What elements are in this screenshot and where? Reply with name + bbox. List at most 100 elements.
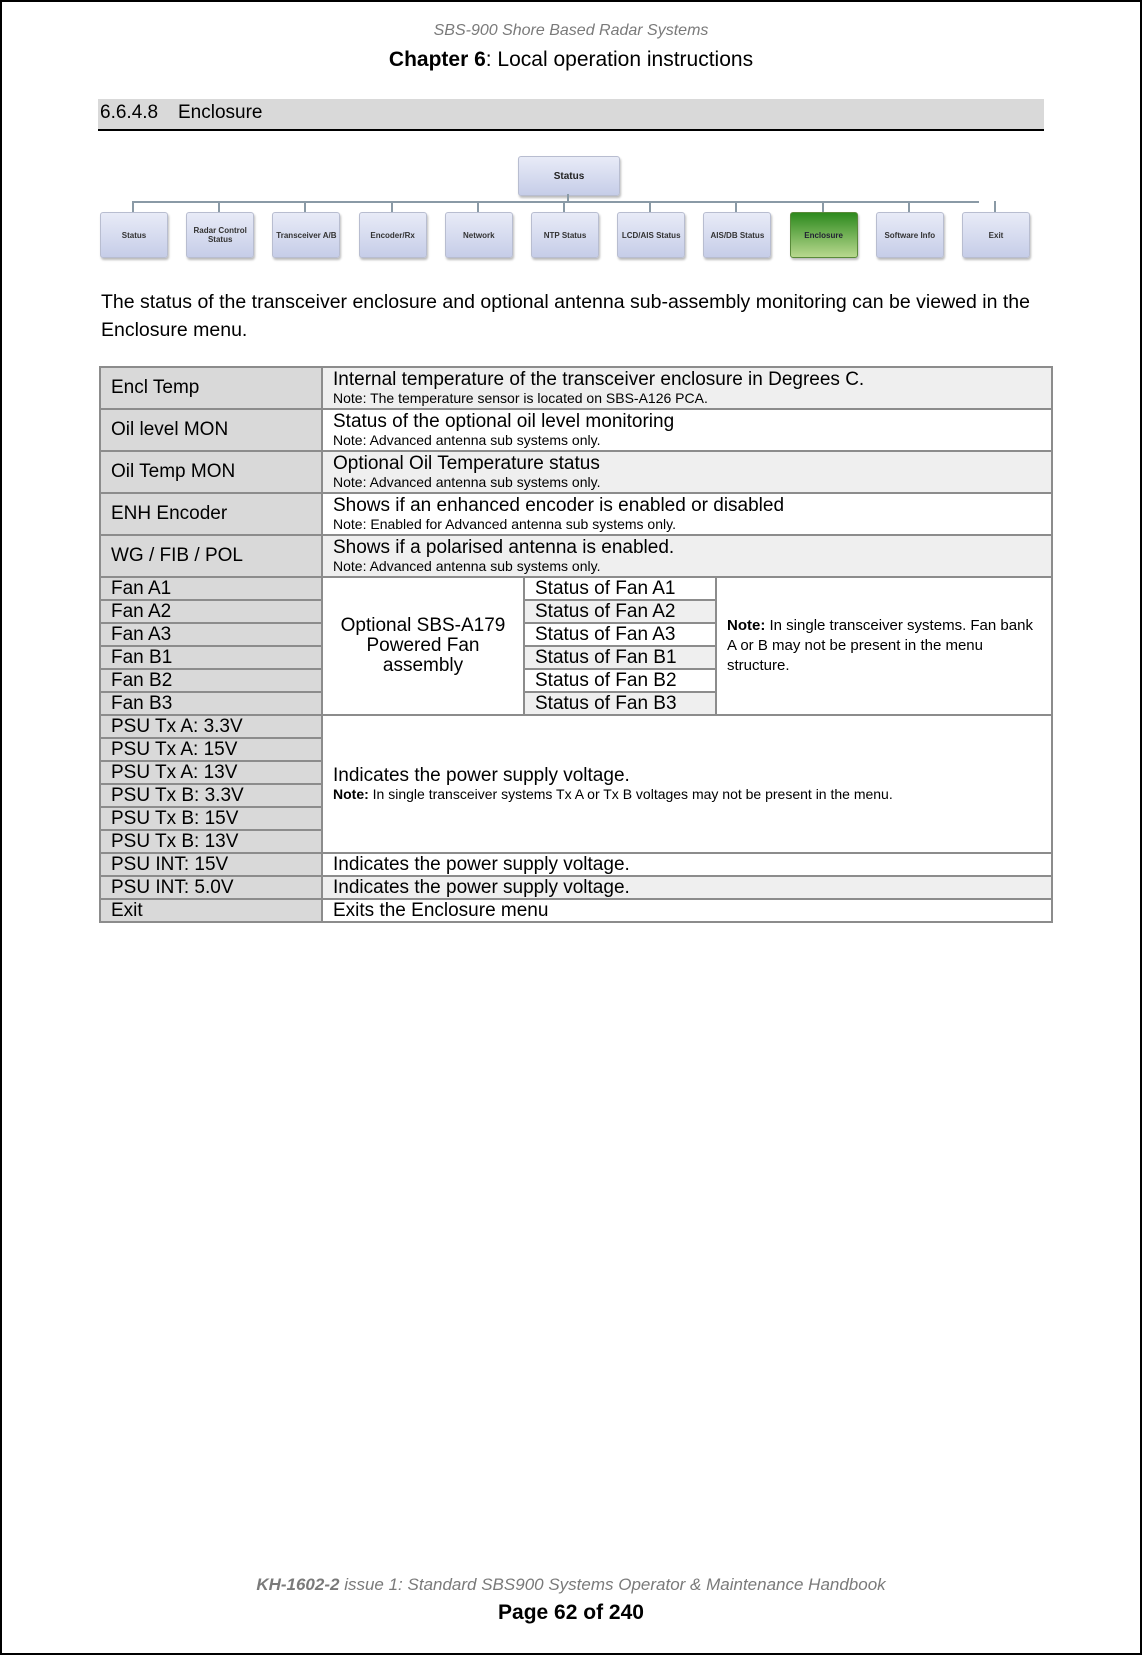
chapter-title: : Local operation instructions [485, 48, 754, 71]
connector-line [132, 201, 134, 212]
connector-line [304, 201, 307, 212]
menu-box-lcd-ais-status: LCD/AIS Status [617, 212, 686, 258]
row-desc-text: Optional Oil Temperature status [333, 453, 600, 474]
psu-key: PSU Tx B: 15V [99, 806, 323, 831]
fan-key: Fan A1 [99, 576, 323, 601]
psu-note-label: Note: [333, 786, 369, 802]
row-desc-text: Shows if a polarised antenna is enabled. [333, 537, 675, 558]
fan-status: Status of Fan B3 [523, 691, 717, 716]
row-key: WG / FIB / POL [99, 534, 323, 578]
psu-key: PSU Tx A: 3.3V [99, 714, 323, 739]
row-desc-text: Shows if an enhanced encoder is enabled … [333, 495, 785, 516]
table-row: Oil Temp MON Optional Oil Temperature st… [99, 450, 1053, 494]
connector-line [390, 201, 393, 212]
fan-key: Fan A2 [99, 599, 323, 624]
row-key: Oil level MON [99, 408, 323, 452]
fan-status: Status of Fan A2 [523, 599, 717, 624]
menu-box-ntp-status: NTP Status [531, 212, 599, 258]
connector-line [649, 201, 652, 212]
document-title: SBS-900 Shore Based Radar Systems [433, 22, 709, 39]
row-description: Internal temperature of the transceiver … [321, 366, 1053, 410]
psu-key: PSU Tx A: 13V [99, 760, 323, 785]
footer-doc-code: KH-1602-2 [256, 1575, 340, 1594]
page-number: Page 62 of 240 [498, 1601, 644, 1624]
row-description: Indicates the power supply voltage. [321, 852, 1053, 877]
row-note: Note: Advanced antenna sub systems only. [333, 474, 601, 490]
row-note: Note: Advanced antenna sub systems only. [333, 558, 601, 574]
fan-note-label: Note: [727, 617, 766, 634]
table-row: PSU INT: 5.0V Indicates the power supply… [99, 875, 1053, 900]
section-number: 6.6.4.8 [100, 102, 159, 123]
row-key: ENH Encoder [99, 492, 323, 536]
enclosure-menu-table: Encl Temp Internal temperature of the tr… [99, 366, 1053, 923]
row-note: Note: Advanced antenna sub systems only. [333, 432, 601, 448]
fan-key: Fan A3 [99, 622, 323, 647]
psu-description: Indicates the power supply voltage. Note… [321, 714, 1053, 854]
row-desc-text: Status of the optional oil level monitor… [333, 411, 675, 432]
row-key: PSU INT: 5.0V [99, 875, 323, 900]
connector-line [735, 201, 738, 212]
menu-box-transceiver-a-b: Transceiver A/B [272, 212, 341, 258]
connector-line [133, 201, 979, 203]
row-note: Note: The temperature sensor is located … [333, 390, 708, 406]
menu-box-encoder-rx: Encoder/Rx [358, 212, 427, 258]
footer-document-ref: KH-1602-2 issue 1: Standard SBS900 Syste… [0, 1575, 1142, 1595]
section-heading: 6.6.4.8 Enclosure [98, 99, 1044, 131]
row-description: Optional Oil Temperature status Note: Ad… [321, 450, 1053, 494]
fan-note-text: In single transceiver systems. Fan bank … [727, 617, 1033, 674]
fan-key: Fan B1 [99, 645, 323, 670]
menu-diagram: Status Status Radar Control Status Transce… [100, 150, 1040, 262]
psu-key: PSU Tx A: 15V [99, 737, 323, 762]
connector-line [563, 201, 565, 212]
menu-box-status: Status [100, 212, 168, 258]
fan-key: Fan B3 [99, 691, 323, 716]
fan-group-description: Optional SBS-A179 Powered Fan assembly [321, 576, 525, 716]
menu-box-radar-control-status: Radar Control Status [186, 212, 255, 258]
row-key: Oil Temp MON [99, 450, 323, 494]
chapter-heading: Chapter 6: Local operation instructions [0, 48, 1142, 72]
connector-line [218, 201, 221, 212]
menu-root-box: Status [518, 156, 620, 196]
table-row: PSU Tx A: 3.3V Indicates the power suppl… [99, 714, 1053, 854]
chapter-label: Chapter 6 [388, 48, 486, 71]
table-row: Encl Temp Internal temperature of the tr… [99, 366, 1053, 410]
table-row: ENH Encoder Shows if an enhanced encoder… [99, 492, 1053, 536]
psu-note-text: In single transceiver systems Tx A or Tx… [368, 786, 893, 802]
table-row: Exit Exits the Enclosure menu [99, 898, 1053, 923]
menu-box-exit: Exit [962, 212, 1030, 258]
table-row: Oil level MON Status of the optional oil… [99, 408, 1053, 452]
row-description: Indicates the power supply voltage. [321, 875, 1053, 900]
row-key: Exit [99, 898, 323, 923]
table-row: Fan A1 Optional SBS-A179 Powered Fan asse… [99, 576, 1053, 716]
menu-box-software-info: Software Info [875, 212, 944, 258]
fan-key: Fan B2 [99, 668, 323, 693]
psu-note: Note: In single transceiver systems Tx A… [333, 786, 1041, 802]
menu-box-enclosure: Enclosure [789, 212, 858, 258]
fan-note: Note: In single transceiver systems. Fan… [715, 576, 1053, 716]
row-key: Encl Temp [99, 366, 323, 410]
menu-box-network: Network [444, 212, 513, 258]
row-key: PSU INT: 15V [99, 852, 323, 877]
section-title: Enclosure [178, 102, 263, 123]
row-description: Shows if a polarised antenna is enabled.… [321, 534, 1053, 578]
table-row: PSU INT: 15V Indicates the power supply … [99, 852, 1053, 877]
footer-doc-desc: issue 1: Standard SBS900 Systems Operato… [339, 1575, 886, 1594]
connector-line [821, 201, 824, 212]
row-note: Note: Enabled for Advanced antenna sub s… [333, 516, 676, 532]
connector-line [907, 201, 910, 212]
row-description: Status of the optional oil level monitor… [321, 408, 1053, 452]
menu-box-ais-db-status: AIS/DB Status [703, 212, 772, 258]
fan-status: Status of Fan A3 [523, 622, 717, 647]
connector-line [476, 201, 479, 212]
row-description: Shows if an enhanced encoder is enabled … [321, 492, 1053, 536]
row-desc-text: Internal temperature of the transceiver … [333, 369, 865, 390]
intro-paragraph: The status of the transceiver enclosure … [101, 291, 1030, 341]
psu-desc-text: Indicates the power supply voltage. [333, 765, 630, 786]
psu-key: PSU Tx B: 13V [99, 829, 323, 854]
psu-key: PSU Tx B: 3.3V [99, 783, 323, 808]
fan-status: Status of Fan B1 [523, 645, 717, 670]
table-row: WG / FIB / POL Shows if a polarised ante… [99, 534, 1053, 578]
fan-status: Status of Fan B2 [523, 668, 717, 693]
connector-line [994, 201, 996, 212]
row-description: Exits the Enclosure menu [321, 898, 1053, 923]
